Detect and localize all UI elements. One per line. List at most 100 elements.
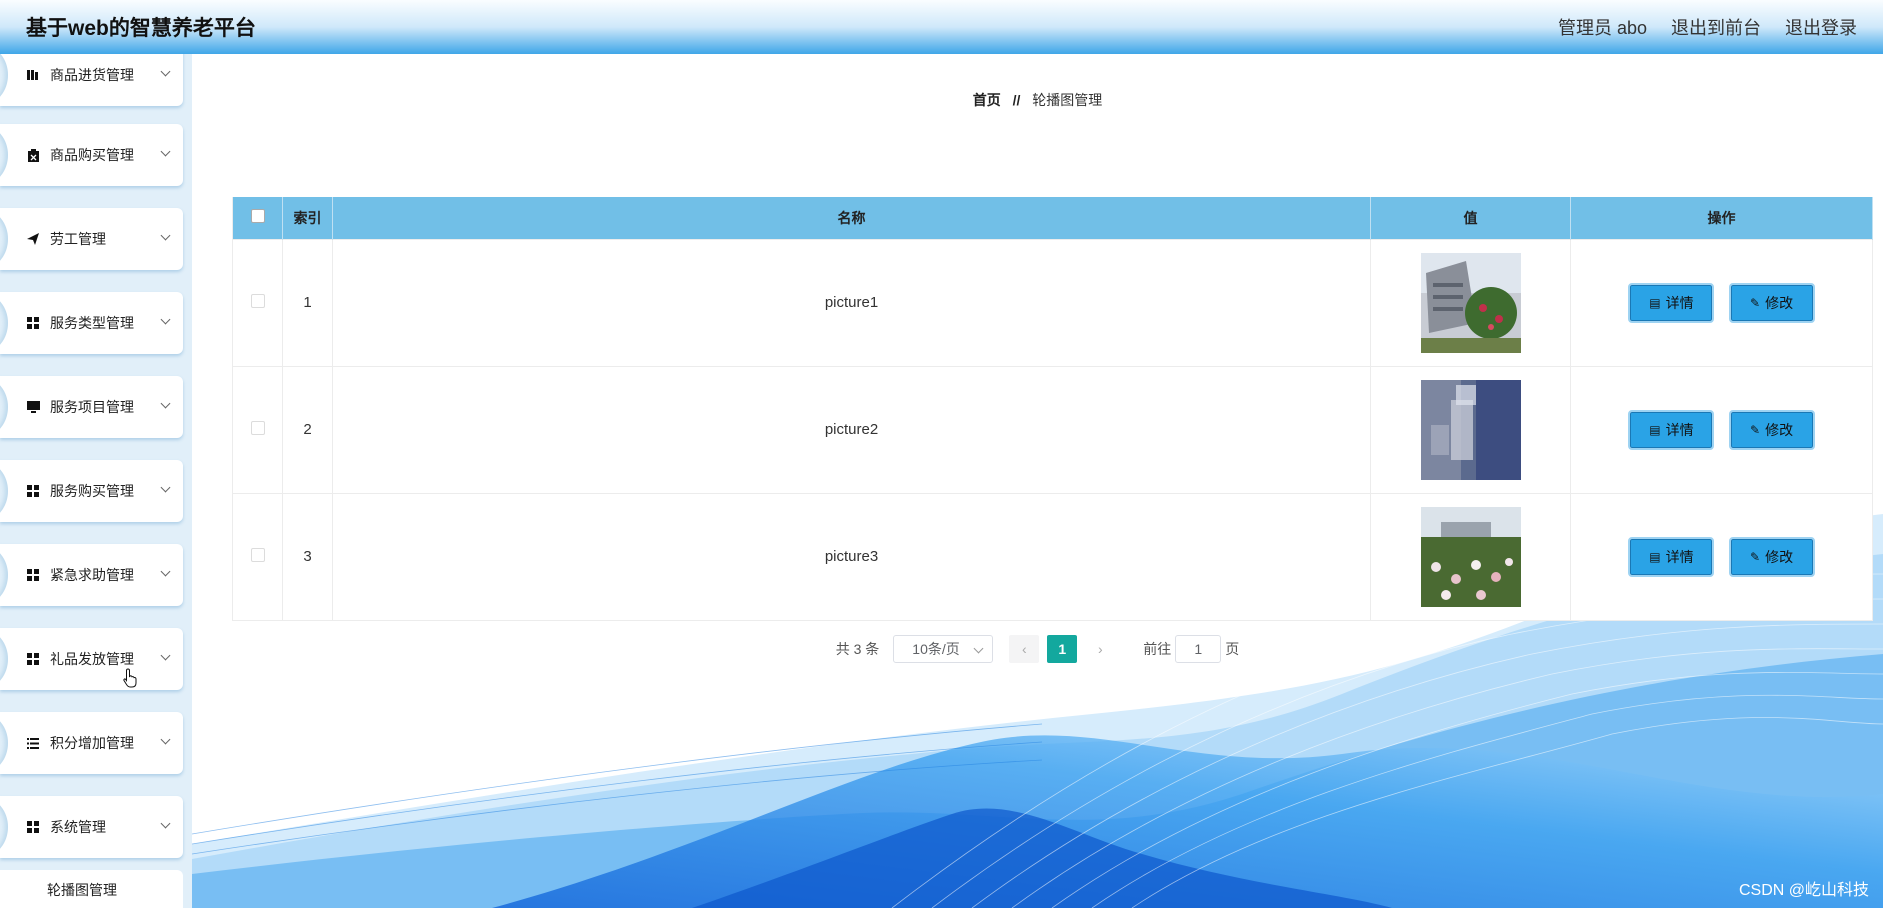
sidebar-item-label: 积分增加管理 [50, 735, 134, 751]
thumbnail-image[interactable] [1420, 506, 1521, 607]
row-name: picture2 [332, 365, 1371, 493]
sidebar-item-goods-buy[interactable]: 商品购买管理 [0, 124, 183, 186]
goto-page-input[interactable]: 1 [1175, 635, 1222, 663]
row-image-cell [1370, 365, 1571, 493]
breadcrumb-home[interactable]: 首页 [973, 92, 1001, 108]
col-name-header: 名称 [332, 197, 1371, 239]
sidebar-item-label: 商品购买管理 [50, 147, 134, 163]
sidebar-item-service-project[interactable]: 服务项目管理 [0, 376, 183, 438]
breadcrumb-current: 轮播图管理 [1032, 92, 1103, 108]
thumbnail-image[interactable] [1420, 252, 1521, 353]
main-content: 首页 // 轮播图管理 索引 名称 值 操作 1 picture1 ▤ 详情 ✎… [192, 54, 1883, 908]
detail-button[interactable]: ▤ 详情 [1628, 282, 1715, 323]
monitor-icon [26, 400, 40, 414]
edit-button[interactable]: ✎ 修改 [1728, 536, 1815, 577]
detail-label: 详情 [1665, 294, 1694, 311]
chevron-down-icon [160, 146, 171, 157]
edit-label: 修改 [1765, 421, 1794, 438]
row-index: 1 [282, 238, 333, 366]
logout-link[interactable]: 退出登录 [1785, 14, 1857, 40]
document-icon: ▤ [1649, 549, 1661, 564]
bar-chart-icon [26, 68, 40, 82]
list-icon [26, 736, 40, 750]
sidebar-item-label: 服务购买管理 [50, 483, 134, 499]
clipboard-icon [26, 148, 40, 162]
detail-button[interactable]: ▤ 详情 [1628, 536, 1715, 577]
edit-button[interactable]: ✎ 修改 [1728, 282, 1815, 323]
header-links: 管理员 abo 退出到前台 退出登录 [1558, 14, 1857, 40]
carousel-table: 索引 名称 值 操作 1 picture1 ▤ 详情 ✎ 修改 2 pictur… [232, 197, 1873, 621]
top-header: 基于web的智慧养老平台 管理员 abo 退出到前台 退出登录 [0, 0, 1883, 54]
sidebar-item-label: 服务项目管理 [50, 399, 134, 415]
pagination-total: 共 3 条 [835, 641, 880, 657]
row-index: 3 [282, 492, 333, 621]
col-action-header: 操作 [1570, 197, 1873, 239]
detail-label: 详情 [1665, 421, 1694, 438]
sidebar-item-service-type[interactable]: 服务类型管理 [0, 292, 183, 354]
sidebar-subitem-carousel[interactable]: 轮播图管理 [0, 870, 183, 908]
row-checkbox[interactable] [250, 547, 265, 562]
prev-page-button[interactable]: ‹ [1009, 635, 1040, 663]
document-icon: ▤ [1649, 295, 1661, 310]
sidebar-item-emergency[interactable]: 紧急求助管理 [0, 544, 183, 606]
watermark: CSDN @屹山科技 [1738, 882, 1869, 899]
sidebar-item-label: 商品进货管理 [50, 67, 134, 83]
col-value-header: 值 [1370, 197, 1571, 239]
pencil-icon: ✎ [1750, 549, 1761, 564]
sidebar: 商品进货管理 商品购买管理 劳工管理 服务类型管理 服务项目管理 服务购买管理 … [0, 54, 192, 908]
col-index-header: 索引 [282, 197, 333, 239]
pencil-icon: ✎ [1750, 422, 1761, 437]
row-index: 2 [282, 365, 333, 493]
row-actions: ▤ 详情 ✎ 修改 [1570, 492, 1873, 621]
edit-label: 修改 [1765, 548, 1794, 565]
admin-label: 管理员 abo [1557, 18, 1647, 38]
detail-label: 详情 [1665, 548, 1694, 565]
back-to-front-link[interactable]: 退出到前台 [1671, 14, 1761, 40]
next-page-button[interactable]: › [1085, 635, 1115, 663]
row-name: picture1 [332, 238, 1371, 366]
row-actions: ▤ 详情 ✎ 修改 [1570, 365, 1873, 493]
grid-icon [26, 484, 40, 498]
page-size-select[interactable]: 10条/页 [893, 635, 994, 663]
row-actions: ▤ 详情 ✎ 修改 [1570, 238, 1873, 366]
sidebar-item-goods-purchase-in[interactable]: 商品进货管理 [0, 54, 183, 106]
grid-icon [26, 316, 40, 330]
row-checkbox[interactable] [250, 293, 265, 308]
edit-button[interactable]: ✎ 修改 [1728, 409, 1815, 450]
sidebar-item-gift[interactable]: 礼品发放管理 [0, 628, 183, 690]
breadcrumb-separator: // [1012, 92, 1021, 108]
grid-icon [26, 652, 40, 666]
chevron-down-icon [160, 818, 171, 829]
sidebar-item-labor[interactable]: 劳工管理 [0, 208, 183, 270]
hand-cursor-icon [123, 668, 137, 688]
table-row: 2 picture2 ▤ 详情 ✎ 修改 [232, 365, 1873, 493]
page-number-button[interactable]: 1 [1047, 635, 1078, 663]
chevron-down-icon [160, 650, 171, 661]
goto-label: 前往 [1143, 641, 1172, 657]
row-checkbox[interactable] [250, 420, 265, 435]
breadcrumb: 首页 // 轮播图管理 [192, 90, 1883, 110]
row-image-cell [1370, 238, 1571, 366]
select-all-checkbox[interactable] [250, 209, 265, 224]
app-title: 基于web的智慧养老平台 [26, 17, 256, 40]
grid-icon [26, 568, 40, 582]
pagination: 共 3 条 10条/页 ‹ 1 › 前往 1 页 [192, 635, 1883, 663]
select-all-cell [232, 197, 283, 239]
chevron-down-icon [160, 482, 171, 493]
send-icon [26, 232, 40, 246]
sidebar-item-label: 礼品发放管理 [50, 651, 134, 667]
sidebar-item-service-buy[interactable]: 服务购买管理 [0, 460, 183, 522]
sidebar-item-system[interactable]: 系统管理 [0, 796, 183, 858]
table-row: 3 picture3 ▤ 详情 ✎ 修改 [232, 492, 1873, 621]
chevron-down-icon [160, 314, 171, 325]
chevron-down-icon [160, 230, 171, 241]
sidebar-item-points[interactable]: 积分增加管理 [0, 712, 183, 774]
row-image-cell [1370, 492, 1571, 621]
chevron-down-icon [160, 566, 171, 577]
chevron-down-icon [160, 66, 171, 77]
sidebar-item-label: 服务类型管理 [50, 315, 134, 331]
edit-label: 修改 [1765, 294, 1794, 311]
detail-button[interactable]: ▤ 详情 [1628, 409, 1715, 450]
thumbnail-image[interactable] [1420, 379, 1521, 480]
chevron-down-icon [160, 734, 171, 745]
